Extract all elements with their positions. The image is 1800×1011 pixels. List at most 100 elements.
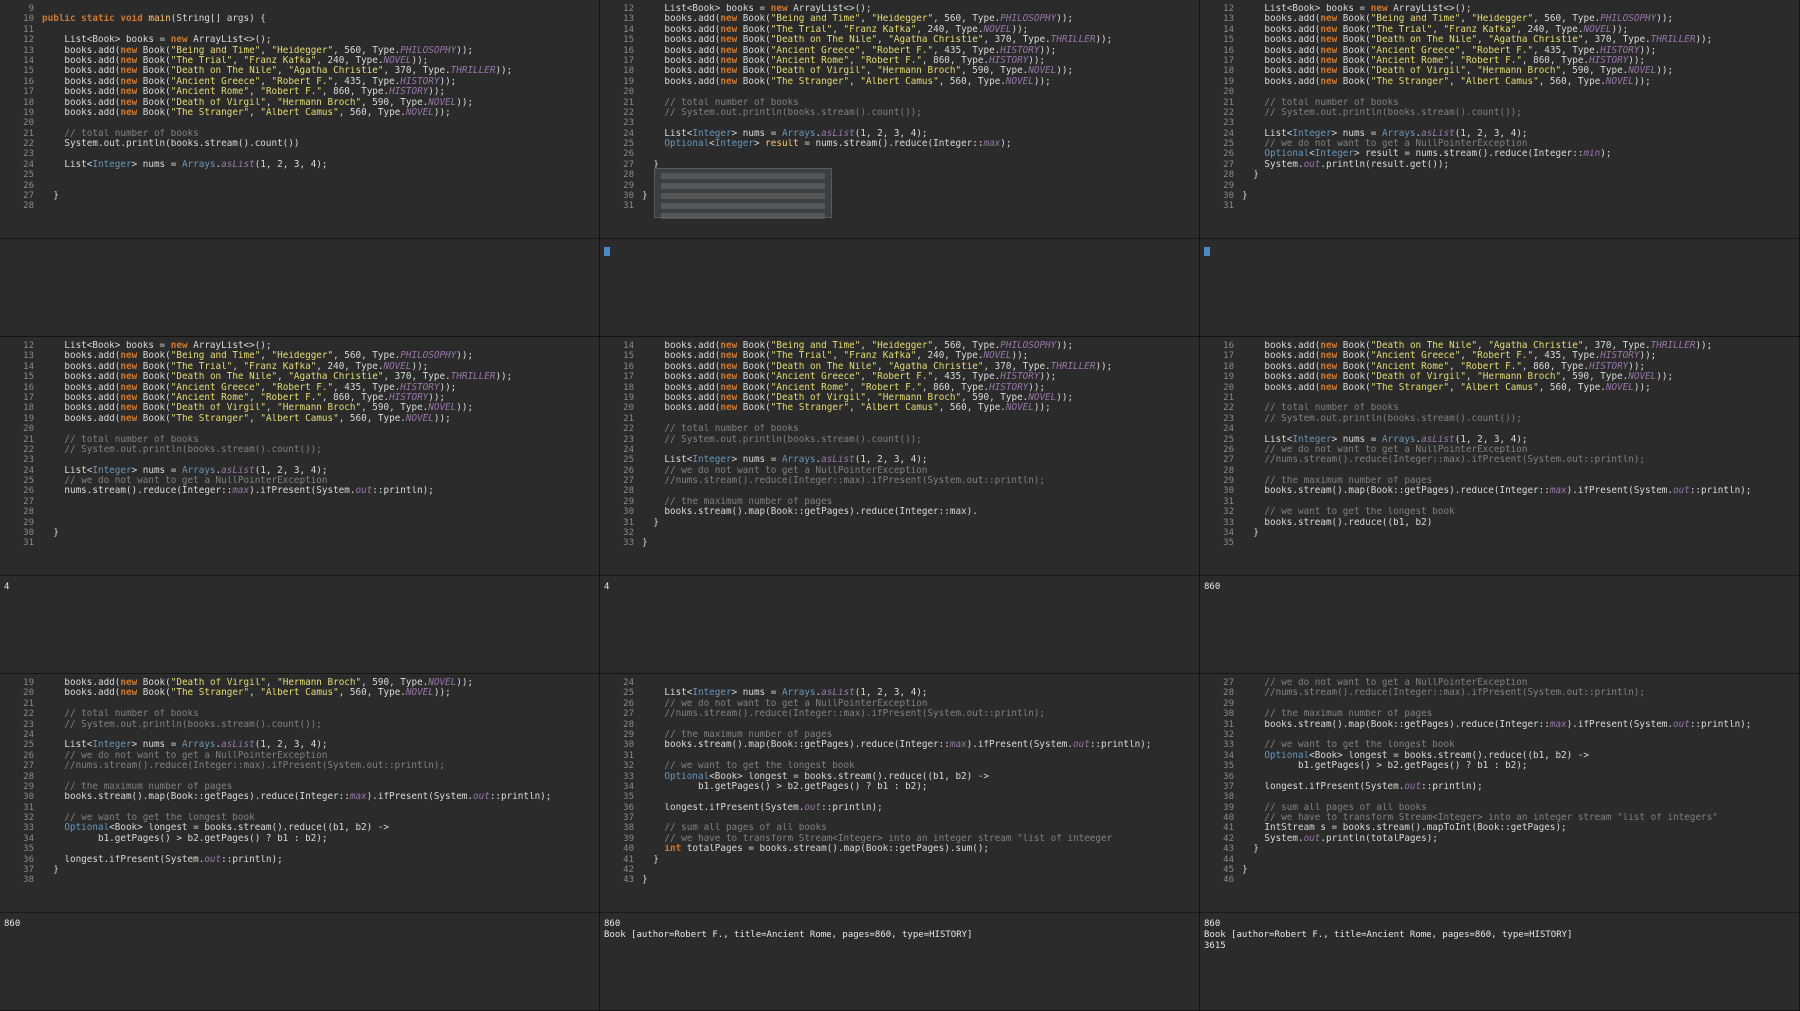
code-line[interactable] [42,699,597,709]
code-line[interactable]: // we have to transform Stream<Integer> … [642,834,1197,844]
code-line[interactable]: books.add(new Book("Ancient Greece", "Ro… [42,383,597,393]
code-line[interactable]: } [1242,865,1797,875]
code-editor[interactable]: 12 13 14 15 16 17 18 19 20 21 22 23 24 25 26 27 28 29 30 31… [0,337,599,576]
code-line[interactable]: // total number of books [1242,98,1797,108]
code-line[interactable]: books.add(new Book("Ancient Rome", "Robe… [1242,56,1797,66]
code-line[interactable]: books.add(new Book("Death on The Nile" , … [642,35,1197,45]
code-line[interactable]: // sum all pages of all books [642,823,1197,833]
code-line[interactable]: int totalPages = books.stream().map(Book… [642,844,1197,854]
code-line[interactable]: books.add(new Book("Ancient Greece", "Ro… [1242,351,1797,361]
code-line[interactable]: books.add(new Book("Being and Time", "He… [1242,14,1797,24]
code-line[interactable] [642,792,1197,802]
code-line[interactable]: b1.getPages() > b2.getPages() ? b1 : b2)… [642,782,1197,792]
code-line[interactable]: books.add(new Book("The Trial", "Franz K… [42,362,597,372]
code-line[interactable]: books.add(new Book("Death on The Nile" , … [1242,341,1797,351]
code-line[interactable] [1242,466,1797,476]
code-line[interactable] [642,720,1197,730]
code-line[interactable]: // the maximum number of pages [642,730,1197,740]
code-lines[interactable]: books.add(new Book("Death on The Nile", … [1242,341,1797,549]
code-line[interactable]: books.add(new Book("Death of Virgil", "H… [1242,372,1797,382]
code-line[interactable]: // the maximum number of pages [642,497,1197,507]
code-line[interactable]: books.add(new Book("Death of Virgil", "H… [1242,66,1797,76]
code-line[interactable]: //nums.stream().reduce(Integer::max).ifP… [1242,455,1797,465]
code-line[interactable] [42,170,597,180]
code-line[interactable]: // the maximum number of pages [42,782,597,792]
code-line[interactable]: //nums.stream().reduce(Integer::max).ifP… [42,761,597,771]
code-line[interactable] [42,201,597,211]
code-line[interactable] [42,803,597,813]
code-editor[interactable]: 14 15 16 17 18 19 20 21 22 23 24 25 26 27 28 29 30 31 32 33… [600,337,1199,576]
console-view[interactable]: 860 Book [author=Robert F., title=Ancient… [1200,913,1799,1010]
code-line[interactable] [1242,730,1797,740]
code-line[interactable]: } [42,191,597,201]
code-line[interactable] [642,813,1197,823]
code-line[interactable] [1242,538,1797,548]
code-line[interactable]: // we do not want to get a NullPointerEx… [42,751,597,761]
code-editor[interactable]: 19 20 21 22 23 24 25 26 27 28 29 30 31 32 33 34 35 36 37 38… [0,674,599,913]
code-line[interactable]: //nums.stream().reduce(Integer::max).ifP… [642,709,1197,719]
code-line[interactable]: longest.ifPresent(System.out::println); [42,855,597,865]
code-line[interactable] [642,751,1197,761]
code-line[interactable]: // we want to get the longest book [642,761,1197,771]
code-line[interactable] [42,424,597,434]
code-line[interactable]: books.add(new Book("The Stranger", "Albe… [1242,383,1797,393]
code-line[interactable] [1242,393,1797,403]
code-line[interactable]: books.add(new Book("Ancient Greece", "Ro… [1242,46,1797,56]
code-line[interactable]: // total number of books [1242,403,1797,413]
code-line[interactable]: books.add(new Book("Death on The Nile" , … [1242,35,1797,45]
code-line[interactable] [642,118,1197,128]
code-line[interactable]: // we do not want to get a NullPointerEx… [1242,445,1797,455]
console-view[interactable]: 860 [1200,576,1799,673]
code-line[interactable]: books.add(new Book("The Trial", "Franz K… [642,25,1197,35]
code-line[interactable]: // System.out.println(books.stream().cou… [642,435,1197,445]
code-line[interactable]: books.add(new Book("Ancient Greece", "Ro… [42,77,597,87]
code-line[interactable]: List<Integer> nums = Arrays.asList(1, 2,… [642,129,1197,139]
code-line[interactable] [1242,875,1797,885]
code-line[interactable]: books.add(new Book("The Stranger", "Albe… [1242,77,1797,87]
code-line[interactable]: List<Integer> nums = Arrays.asList(1, 2,… [1242,129,1797,139]
code-line[interactable] [1242,772,1797,782]
code-line[interactable] [1242,201,1797,211]
code-line[interactable]: books.add(new Book("Being and Time", "He… [642,14,1197,24]
code-line[interactable]: books.add(new Book("Ancient Greece", "Ro… [642,372,1197,382]
console-view[interactable]: 860 Book [author=Robert F., title=Ancient… [600,913,1199,1010]
code-line[interactable]: } [1242,191,1797,201]
code-line[interactable]: books.add(new Book("Death of Virgil", "H… [642,393,1197,403]
code-line[interactable]: List<Book> books = new ArrayList<>(); [642,4,1197,14]
code-line[interactable]: books.add(new Book("The Stranger", "Albe… [642,403,1197,413]
code-line[interactable] [642,486,1197,496]
code-line[interactable]: books.add(new Book("The Trial", "Franz K… [42,56,597,66]
console-view[interactable]: 860 [0,913,599,1010]
code-line[interactable]: List<Integer> nums = Arrays.asList(1, 2,… [42,160,597,170]
code-line[interactable]: // the maximum number of pages [1242,709,1797,719]
code-line[interactable]: books.stream().map(Book::getPages).reduc… [1242,486,1797,496]
code-line[interactable]: List<Integer> nums = Arrays.asList(1, 2,… [642,455,1197,465]
code-line[interactable]: books.stream().map(Book::getPages).reduc… [1242,720,1797,730]
code-line[interactable] [42,875,597,885]
code-line[interactable]: // total number of books [642,98,1197,108]
code-line[interactable] [42,25,597,35]
code-line[interactable] [42,497,597,507]
code-line[interactable] [1242,87,1797,97]
code-line[interactable]: books.add(new Book("The Stranger", "Albe… [42,414,597,424]
code-line[interactable]: books.add(new Book("Death of Virgil", "H… [42,98,597,108]
code-editor[interactable]: 12 13 14 15 16 17 18 19 20 21 22 23 24 25 26 27 28 29 30 31… [1200,0,1799,239]
code-line[interactable]: // we have to transform Stream<Integer> … [1242,813,1797,823]
code-line[interactable] [1242,497,1797,507]
code-line[interactable]: books.add(new Book("The Stranger", "Albe… [42,108,597,118]
code-line[interactable]: } [642,518,1197,528]
code-line[interactable]: books.add(new Book("Ancient Greece", "Ro… [642,46,1197,56]
code-line[interactable]: books.stream().map(Book::getPages).reduc… [642,507,1197,517]
code-line[interactable] [42,149,597,159]
code-line[interactable] [642,149,1197,159]
code-line[interactable]: //nums.stream().reduce(Integer::max).ifP… [642,476,1197,486]
code-editor[interactable]: 27 28 29 30 31 32 33 34 35 36 37 38 39 40 41 42 43 44 45 46… [1200,674,1799,913]
code-line[interactable] [1242,181,1797,191]
code-line[interactable]: // we do not want to get a NullPointerEx… [42,476,597,486]
code-line[interactable]: // total number of books [642,424,1197,434]
code-line[interactable]: // total number of books [42,709,597,719]
code-line[interactable]: books.stream().map(Book::getPages).reduc… [42,792,597,802]
code-line[interactable]: books.add(new Book("Ancient Rome", "Robe… [1242,362,1797,372]
code-line[interactable]: books.stream().reduce((b1, b2) [1242,518,1797,528]
code-lines[interactable]: List<Integer> nums = Arrays.asList(1, 2,… [642,678,1197,886]
